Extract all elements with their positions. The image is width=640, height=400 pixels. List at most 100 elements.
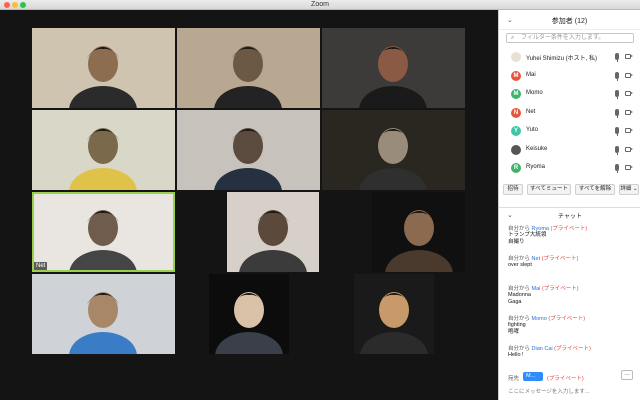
search-icon: ⌕ bbox=[511, 35, 515, 41]
microphone-icon[interactable] bbox=[615, 53, 619, 62]
video-camera-icon[interactable] bbox=[625, 165, 633, 170]
chat-message: 自分から Mai (プライベート) Madonna Gaga bbox=[508, 284, 636, 314]
participant-video bbox=[177, 192, 320, 272]
participant-name: Yuto bbox=[526, 127, 539, 133]
participant-row[interactable]: Y Yuto bbox=[499, 122, 640, 141]
participant-video bbox=[322, 274, 465, 354]
participant-video bbox=[322, 192, 465, 272]
participant-row[interactable]: Yuhei Shimizu (ホスト, 私) bbox=[499, 48, 640, 67]
participant-name: Net bbox=[526, 108, 536, 115]
participant-filter-input[interactable]: ⌕ フィルター条件を入力します。 bbox=[506, 33, 634, 43]
video-tile[interactable]: Net bbox=[32, 192, 175, 272]
private-label: (プライベート) bbox=[547, 376, 584, 382]
participant-video bbox=[322, 110, 465, 190]
participant-video bbox=[32, 28, 175, 108]
window-title: Zoom bbox=[311, 1, 329, 8]
video-tile[interactable] bbox=[177, 274, 320, 354]
participant-name: Yuhei Shimizu (ホスト, 私) bbox=[526, 56, 598, 62]
chat-header: ⌄ チャット bbox=[499, 207, 640, 221]
participant-video bbox=[32, 274, 175, 354]
chat-message-text: Hello ! bbox=[508, 352, 524, 358]
video-camera-icon[interactable] bbox=[625, 109, 633, 115]
video-tile[interactable] bbox=[32, 110, 175, 190]
video-camera-icon[interactable] bbox=[625, 72, 633, 78]
filter-placeholder: フィルター条件を入力します。 bbox=[521, 35, 605, 41]
chat-message: 自分から Momo (プライベート) fighting 咆哮 bbox=[508, 314, 636, 344]
chat-message-meta: 自分から Momo (プライベート) bbox=[508, 314, 636, 322]
chat-message-text: fighting 咆哮 bbox=[508, 322, 526, 335]
chat-message: 自分から Net (プライベート) over slept bbox=[508, 254, 636, 284]
microphone-icon[interactable] bbox=[615, 164, 619, 173]
chat-message: 自分から Ryoma (プライベート) トランプ大統領 自撮り bbox=[508, 224, 636, 254]
participant-row[interactable]: M Momo bbox=[499, 85, 640, 104]
chat-title: チャット bbox=[558, 214, 582, 220]
avatar bbox=[511, 144, 521, 155]
avatar: R bbox=[511, 163, 521, 173]
avatar bbox=[511, 52, 521, 62]
participant-row[interactable]: Keisuke bbox=[499, 141, 640, 160]
video-tile[interactable] bbox=[322, 110, 465, 190]
participant-row[interactable]: M Mai bbox=[499, 67, 640, 86]
video-tile[interactable] bbox=[322, 192, 465, 272]
chat-recipient: Mai bbox=[531, 286, 541, 292]
participant-video bbox=[32, 110, 175, 190]
participant-list: Yuhei Shimizu (ホスト, 私) M Mai M Momo N Ne… bbox=[499, 48, 640, 178]
title-bar: Zoom bbox=[0, 0, 640, 10]
chat-message-meta: 自分から Ryoma (プライベート) bbox=[508, 224, 636, 232]
recipient-label: 宛先 bbox=[508, 376, 520, 382]
participant-name: Ryoma bbox=[526, 164, 546, 170]
video-tile[interactable] bbox=[32, 274, 175, 354]
microphone-icon[interactable] bbox=[615, 90, 619, 99]
unmute-all-button[interactable]: すべてを解除 bbox=[575, 184, 615, 195]
participant-row[interactable]: N Net bbox=[499, 104, 640, 123]
side-panel: ⌄ 参加者 (12) ⌕ フィルター条件を入力します。 Yuhei Shimiz… bbox=[498, 10, 640, 400]
invite-button[interactable]: 招待 bbox=[503, 184, 523, 195]
chat-private-tag: (プライベート) bbox=[548, 316, 586, 322]
video-camera-icon[interactable] bbox=[625, 146, 633, 152]
chat-message-meta: 自分から Net (プライベート) bbox=[508, 254, 636, 262]
chat-message-text: Madonna Gaga bbox=[508, 292, 531, 305]
avatar: M bbox=[511, 89, 521, 99]
participants-title: 参加者 (12) bbox=[551, 18, 588, 25]
chat-private-tag: (プライベート) bbox=[541, 286, 579, 292]
avatar: N bbox=[511, 107, 521, 118]
video-camera-icon[interactable] bbox=[625, 128, 633, 133]
chat-message-text: over slept bbox=[508, 262, 532, 268]
participant-name: Momo bbox=[526, 90, 543, 96]
chat-private-tag: (プライベート) bbox=[550, 226, 588, 232]
chat-private-tag: (プライベート) bbox=[541, 256, 579, 262]
avatar: Y bbox=[511, 126, 521, 136]
chat-message: 自分から Dian Cai (プライベート) Hello ! bbox=[508, 344, 636, 374]
video-tile[interactable] bbox=[322, 28, 465, 108]
participant-actions: 招待 すべてミュート すべてを解除 詳細 ⌄ bbox=[503, 184, 639, 196]
chat-recipient: Dian Cai bbox=[531, 346, 553, 352]
video-tile[interactable] bbox=[177, 110, 320, 190]
mute-all-button[interactable]: すべてミュート bbox=[527, 184, 571, 195]
participant-video bbox=[32, 192, 175, 272]
chat-message-meta: 自分から Mai (プライベート) bbox=[508, 284, 636, 292]
participant-video bbox=[177, 110, 320, 190]
recipient-select[interactable]: M... bbox=[523, 372, 543, 381]
video-gallery: Net bbox=[0, 10, 498, 400]
microphone-icon[interactable] bbox=[615, 127, 619, 136]
microphone-icon[interactable] bbox=[615, 71, 619, 81]
avatar: M bbox=[511, 70, 521, 81]
video-tile[interactable] bbox=[177, 192, 320, 272]
participant-video bbox=[177, 28, 320, 108]
microphone-icon[interactable] bbox=[615, 108, 619, 118]
chat-message-text: トランプ大統領 自撮り bbox=[508, 232, 547, 245]
video-tile[interactable] bbox=[32, 28, 175, 108]
chat-message-input[interactable] bbox=[508, 387, 634, 397]
video-camera-icon[interactable] bbox=[625, 91, 633, 96]
video-camera-icon[interactable] bbox=[625, 54, 633, 59]
video-tile[interactable] bbox=[322, 274, 465, 354]
participant-row[interactable]: R Ryoma bbox=[499, 159, 640, 178]
microphone-icon[interactable] bbox=[615, 145, 619, 155]
chat-recipient: Momo bbox=[531, 316, 547, 322]
video-tile[interactable] bbox=[177, 28, 320, 108]
participant-name: Mai bbox=[526, 71, 536, 78]
video-name-tag: Net bbox=[34, 262, 48, 270]
more-options-button[interactable]: 詳細 ⌄ bbox=[619, 184, 639, 195]
chat-private-tag: (プライベート) bbox=[554, 346, 591, 352]
chat-more-button[interactable]: … bbox=[621, 370, 633, 380]
